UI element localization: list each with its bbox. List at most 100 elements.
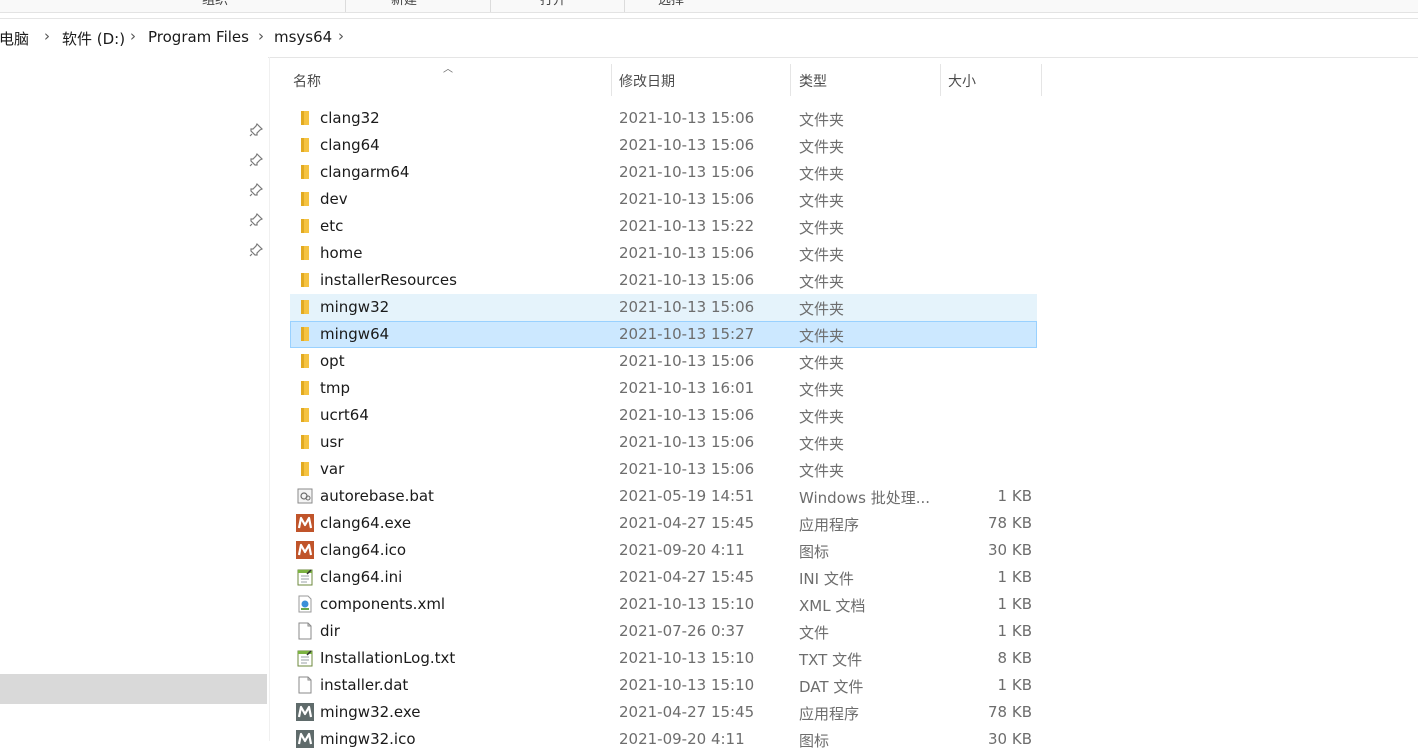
file-date: 2021-10-13 15:06 xyxy=(619,244,755,262)
folder-icon xyxy=(296,460,314,478)
file-row[interactable]: opt 2021-10-13 15:06 文件夹 xyxy=(290,348,1037,375)
file-row[interactable]: dir 2021-07-26 0:37 文件 1 KB xyxy=(290,618,1037,645)
msys-clang-icon xyxy=(296,514,314,532)
file-name: ucrt64 xyxy=(320,406,369,424)
address-bar[interactable]: 此电脑 › 软件 (D:) › Program Files › msys64 › xyxy=(0,18,1418,58)
chevron-right-icon[interactable]: › xyxy=(44,27,50,45)
file-date: 2021-10-13 15:22 xyxy=(619,217,755,235)
file-type: 文件夹 xyxy=(799,462,845,480)
pin-icon[interactable] xyxy=(249,212,264,227)
column-header-name[interactable]: 名称 xyxy=(290,64,610,96)
file-size: 1 KB xyxy=(997,622,1032,640)
file-type: Windows 批处理... xyxy=(799,489,931,507)
chevron-right-icon[interactable]: › xyxy=(130,27,136,45)
file-type: 文件夹 xyxy=(799,138,845,156)
file-row[interactable]: installerResources 2021-10-13 15:06 文件夹 xyxy=(290,267,1037,294)
chevron-right-icon[interactable]: › xyxy=(338,27,344,45)
file-row[interactable]: home 2021-10-13 15:06 文件夹 xyxy=(290,240,1037,267)
file-size: 30 KB xyxy=(988,730,1032,748)
file-row[interactable]: InstallationLog.txt 2021-10-13 15:10 TXT 文… xyxy=(290,645,1037,672)
column-header-size[interactable]: 大小 xyxy=(941,64,1041,96)
file-name: clang32 xyxy=(320,109,380,127)
column-header-type[interactable]: 类型 xyxy=(791,64,940,96)
file-row[interactable]: dev 2021-10-13 15:06 文件夹 xyxy=(290,186,1037,213)
pin-icon[interactable] xyxy=(249,152,264,167)
file-size: 78 KB xyxy=(988,514,1032,532)
file-size: 78 KB xyxy=(988,703,1032,721)
breadcrumb-msys64[interactable]: msys64 xyxy=(274,28,332,46)
pin-icon[interactable] xyxy=(249,242,264,257)
file-type: 图标 xyxy=(799,543,830,561)
ribbon-group-select[interactable]: 选择 xyxy=(658,0,684,8)
column-header-type-label: 类型 xyxy=(799,74,827,90)
breadcrumb-program-files[interactable]: Program Files xyxy=(148,28,249,46)
file-row[interactable]: clang32 2021-10-13 15:06 文件夹 xyxy=(290,105,1037,132)
ribbon-separator xyxy=(345,0,346,12)
pane-divider[interactable] xyxy=(269,57,270,741)
breadcrumb-drive-d[interactable]: 软件 (D:) xyxy=(62,28,125,49)
file-row[interactable]: clang64 2021-10-13 15:06 文件夹 xyxy=(290,132,1037,159)
file-row[interactable]: ucrt64 2021-10-13 15:06 文件夹 xyxy=(290,402,1037,429)
file-date: 2021-10-13 16:01 xyxy=(619,379,755,397)
file-date: 2021-04-27 15:45 xyxy=(619,568,755,586)
file-date: 2021-10-13 15:06 xyxy=(619,163,755,181)
file-type: 文件夹 xyxy=(799,435,845,453)
folder-icon xyxy=(296,244,314,262)
file-row[interactable]: mingw32.ico 2021-09-20 4:11 图标 30 KB xyxy=(290,726,1037,753)
nav-item-selected[interactable] xyxy=(0,674,267,704)
ribbon-group-open[interactable]: 打开 xyxy=(540,0,566,8)
batch-file-icon xyxy=(296,487,314,505)
file-name: mingw32.ico xyxy=(320,730,416,748)
file-row[interactable]: clang64.ico 2021-09-20 4:11 图标 30 KB xyxy=(290,537,1037,564)
file-row[interactable]: tmp 2021-10-13 16:01 文件夹 xyxy=(290,375,1037,402)
file-row[interactable]: clang64.exe 2021-04-27 15:45 应用程序 78 KB xyxy=(290,510,1037,537)
file-row[interactable]: mingw32 2021-10-13 15:06 文件夹 xyxy=(290,294,1037,321)
file-row[interactable]: components.xml 2021-10-13 15:10 XML 文档 1 KB xyxy=(290,591,1037,618)
file-row[interactable]: usr 2021-10-13 15:06 文件夹 xyxy=(290,429,1037,456)
file-date: 2021-10-13 15:10 xyxy=(619,595,755,613)
file-name: dir xyxy=(320,622,340,640)
pin-icon[interactable] xyxy=(249,182,264,197)
file-size: 1 KB xyxy=(997,487,1032,505)
file-row[interactable]: var 2021-10-13 15:06 文件夹 xyxy=(290,456,1037,483)
file-date: 2021-10-13 15:06 xyxy=(619,298,755,316)
file-type: 文件夹 xyxy=(799,327,845,345)
file-name: clangarm64 xyxy=(320,163,410,181)
folder-icon xyxy=(296,271,314,289)
breadcrumb-this-pc[interactable]: 此电脑 xyxy=(0,28,29,49)
navigation-pane[interactable] xyxy=(0,57,268,741)
file-name: installer.dat xyxy=(320,676,409,694)
file-date: 2021-09-20 4:11 xyxy=(619,730,745,748)
notepad-file-icon xyxy=(296,568,314,586)
file-row[interactable]: etc 2021-10-13 15:22 文件夹 xyxy=(290,213,1037,240)
folder-icon xyxy=(296,163,314,181)
file-row[interactable]: mingw32.exe 2021-04-27 15:45 应用程序 78 KB xyxy=(290,699,1037,726)
file-date: 2021-10-13 15:06 xyxy=(619,352,755,370)
file-row[interactable]: mingw64 2021-10-13 15:27 文件夹 xyxy=(290,321,1037,348)
file-type: 文件夹 xyxy=(799,219,845,237)
file-date: 2021-10-13 15:27 xyxy=(619,325,755,343)
file-row[interactable]: autorebase.bat 2021-05-19 14:51 Windows 批处… xyxy=(290,483,1037,510)
file-name: components.xml xyxy=(320,595,446,613)
folder-icon xyxy=(296,379,314,397)
file-date: 2021-04-27 15:45 xyxy=(619,514,755,532)
folder-icon xyxy=(296,190,314,208)
file-type: 应用程序 xyxy=(799,516,860,534)
folder-icon xyxy=(296,109,314,127)
column-separator[interactable] xyxy=(1041,64,1042,96)
file-date: 2021-09-20 4:11 xyxy=(619,541,745,559)
file-type: 文件夹 xyxy=(799,273,845,291)
file-date: 2021-10-13 15:06 xyxy=(619,136,755,154)
file-row[interactable]: installer.dat 2021-10-13 15:10 DAT 文件 1 KB xyxy=(290,672,1037,699)
column-header-date[interactable]: 修改日期 xyxy=(612,64,790,96)
file-row[interactable]: clangarm64 2021-10-13 15:06 文件夹 xyxy=(290,159,1037,186)
file-row[interactable]: clang64.ini 2021-04-27 15:45 INI 文件 1 KB xyxy=(290,564,1037,591)
folder-icon xyxy=(296,298,314,316)
ribbon-group-new[interactable]: 新建 xyxy=(391,0,417,8)
pin-icon[interactable] xyxy=(249,122,264,137)
file-type: 文件夹 xyxy=(799,300,845,318)
column-header-date-label: 修改日期 xyxy=(619,74,675,90)
chevron-right-icon[interactable]: › xyxy=(258,27,264,45)
ribbon-group-organize[interactable]: 组织 xyxy=(202,0,228,8)
file-date: 2021-10-13 15:06 xyxy=(619,271,755,289)
